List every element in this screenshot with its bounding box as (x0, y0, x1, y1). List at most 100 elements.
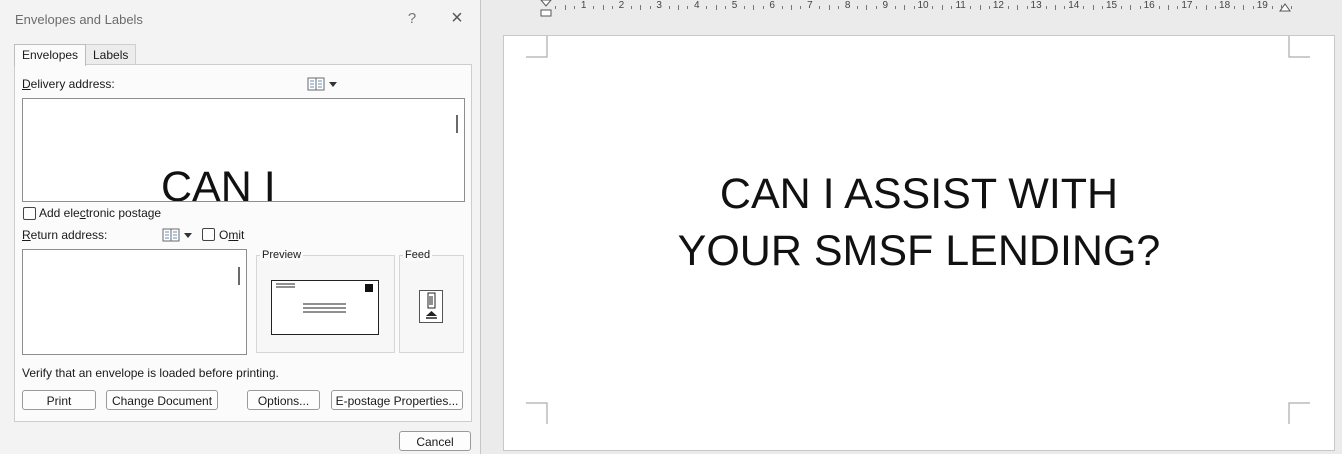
horizontal-ruler[interactable]: 1 2 3 4 5 6 7 8 9 10 11 12 13 14 15 16 17 18 19 (481, 0, 1342, 17)
delivery-address-text: CAN I (161, 163, 276, 202)
ruler-tick (1139, 6, 1141, 9)
ruler-tick (904, 5, 906, 10)
ruler-number: 16 (1143, 0, 1155, 11)
ruler-number: 2 (618, 0, 625, 11)
return-address-label: Return address: (22, 228, 108, 242)
cancel-button[interactable]: Cancel (399, 431, 471, 451)
document-page[interactable]: CAN I ASSIST WITH YOUR SMSF LENDING? (503, 35, 1335, 451)
ruler-number: 14 (1068, 0, 1080, 11)
epostage-properties-button[interactable]: E-postage Properties... (331, 390, 463, 410)
feed-orientation-icon[interactable] (419, 290, 444, 324)
ruler-tick (875, 6, 877, 9)
return-scrollbar-thumb[interactable] (238, 267, 240, 285)
ruler-tick (941, 5, 943, 10)
ruler-tick (1017, 5, 1019, 10)
ruler-tick (1007, 6, 1009, 9)
ruler-tick (649, 6, 651, 9)
ruler-tick (819, 6, 821, 9)
address-book-icon (162, 228, 180, 242)
ruler-tick (1271, 6, 1273, 9)
ruler-tick (762, 6, 764, 9)
ruler-tick (687, 6, 689, 9)
ruler-tick (838, 6, 840, 9)
ruler-tick (1215, 6, 1217, 9)
ruler-number: 1 (580, 0, 587, 11)
ruler-tick (574, 6, 576, 9)
omit-label[interactable]: Omit (219, 228, 244, 242)
ruler-number: 9 (882, 0, 889, 11)
ruler-tick (706, 6, 708, 9)
ruler-tick (593, 6, 595, 9)
ruler-tick (1026, 6, 1028, 9)
ruler-tick (1196, 6, 1198, 9)
ruler-number: 11 (955, 0, 966, 11)
ruler-tick (715, 5, 717, 10)
address-book-dropdown[interactable] (307, 76, 339, 92)
options-button[interactable]: Options... (247, 390, 320, 410)
ruler-tick (640, 5, 642, 10)
ruler-tick (1083, 6, 1085, 9)
tab-envelopes[interactable]: Envelopes (14, 44, 87, 66)
print-button[interactable]: Print (22, 390, 96, 410)
ruler-tick (1054, 5, 1056, 10)
delivery-address-input[interactable]: CAN I (22, 98, 465, 202)
ruler-number: 5 (731, 0, 738, 11)
close-button[interactable]: × (448, 7, 466, 29)
tab-labels[interactable]: Labels (85, 44, 137, 65)
ruler-tick (1290, 6, 1292, 9)
ruler-tick (1281, 5, 1283, 10)
ruler-tick (611, 6, 613, 9)
feed-label: Feed (403, 249, 433, 261)
ruler-tick (1177, 6, 1179, 9)
delivery-scrollbar-thumb[interactable] (456, 115, 458, 133)
ruler-tick (970, 6, 972, 9)
ruler-tick (791, 5, 793, 10)
ruler-number: 13 (1030, 0, 1042, 11)
ruler-tick (1092, 5, 1094, 10)
ruler-tick (781, 6, 783, 9)
ruler-tick (979, 5, 981, 10)
add-electronic-postage-checkbox[interactable] (23, 207, 36, 220)
preview-label: Preview (260, 249, 304, 261)
ruler-tick (668, 6, 670, 9)
help-button[interactable]: ? (404, 10, 420, 27)
address-book-icon (307, 77, 325, 91)
ruler-tick (913, 6, 915, 9)
ruler-indent-marker-icon[interactable] (540, 0, 552, 18)
omit-checkbox[interactable] (202, 228, 215, 241)
ruler-tick (564, 5, 566, 10)
ruler-tick (1130, 5, 1132, 10)
ruler-tick (1234, 6, 1236, 9)
document-text[interactable]: CAN I ASSIST WITH YOUR SMSF LENDING? (504, 166, 1334, 280)
add-electronic-postage-label[interactable]: Add electronic postage (39, 206, 161, 220)
ruler-tick (1045, 6, 1047, 9)
ruler-tick (1252, 6, 1254, 9)
chevron-down-icon (329, 82, 337, 87)
ruler-tick (753, 5, 755, 10)
return-address-book-dropdown[interactable] (162, 227, 194, 243)
document-line-1: CAN I ASSIST WITH (719, 170, 1119, 218)
ruler-number: 17 (1181, 0, 1193, 11)
crop-mark-top-left-icon (526, 36, 548, 58)
ruler-number: 15 (1105, 0, 1118, 11)
ruler-tick (1120, 6, 1122, 9)
ruler-tick (725, 6, 727, 9)
verify-envelope-text: Verify that an envelope is loaded before… (22, 366, 279, 380)
delivery-address-label: Delivery address: (22, 77, 115, 91)
change-document-button[interactable]: Change Document (106, 390, 218, 410)
return-address-input[interactable] (22, 249, 247, 355)
ruler-tick (1168, 5, 1170, 10)
ruler-tick (932, 6, 934, 9)
ruler-tick (894, 6, 896, 9)
ruler-tick (602, 5, 604, 10)
ruler-number: 18 (1219, 0, 1231, 11)
ruler-tick (677, 5, 679, 10)
crop-mark-top-right-icon (1288, 36, 1310, 58)
ruler-tick (1205, 5, 1207, 10)
envelope-preview-icon[interactable] (271, 280, 380, 336)
ruler-number: 7 (807, 0, 813, 11)
ruler-tick (1102, 6, 1104, 9)
chevron-down-icon (184, 233, 192, 238)
ruler-number: 4 (694, 0, 700, 11)
ruler-tick (800, 6, 802, 9)
